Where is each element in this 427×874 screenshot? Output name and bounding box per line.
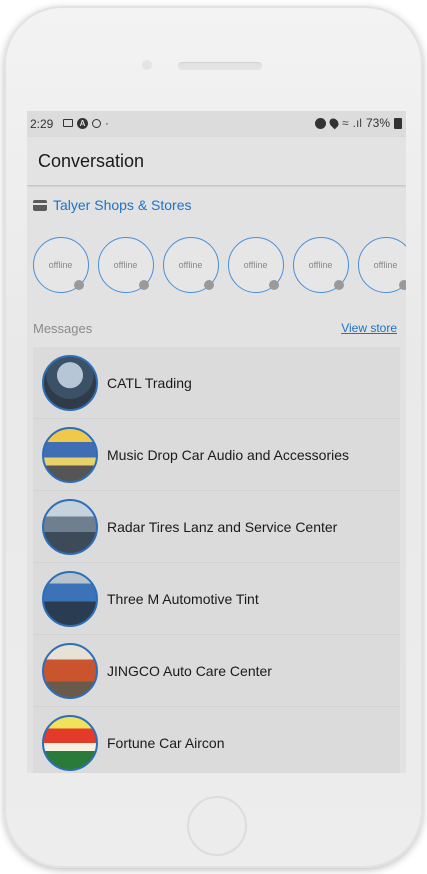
- battery-icon: [394, 117, 402, 129]
- shop-name: Three M Automotive Tint: [107, 591, 259, 607]
- avatar-status: offline: [113, 260, 138, 270]
- online-users-row: offline offline offline offline offline …: [33, 237, 406, 297]
- presence-dot: [74, 280, 84, 290]
- presence-dot: [399, 280, 406, 290]
- avatar-status: offline: [48, 260, 73, 270]
- shop-name: JINGCO Auto Care Center: [107, 663, 272, 679]
- user-avatar[interactable]: offline: [33, 237, 89, 293]
- battery-percent: 73%: [365, 116, 390, 130]
- alarm-icon: [315, 117, 327, 129]
- list-item[interactable]: Fortune Car Aircon: [33, 707, 400, 773]
- status-time: 2:29: [30, 117, 54, 131]
- view-store-link[interactable]: View store: [341, 321, 397, 335]
- user-avatar[interactable]: offline: [163, 237, 219, 293]
- speaker-grille: [178, 62, 262, 70]
- dot-icon: ·: [105, 116, 109, 130]
- presence-dot: [269, 280, 279, 290]
- status-bar: 2:29 A · ≈ .ıl 73%: [27, 111, 406, 137]
- shop-avatar: [42, 427, 98, 483]
- home-button[interactable]: [187, 796, 247, 856]
- wifi-icon: ≈: [342, 116, 349, 130]
- messages-label: Messages: [33, 321, 93, 336]
- list-item[interactable]: CATL Trading: [33, 347, 400, 419]
- signal-icon: .ıl: [352, 116, 362, 130]
- list-item[interactable]: Radar Tires Lanz and Service Center: [33, 491, 400, 563]
- image-icon: [63, 119, 73, 127]
- shop-name: Fortune Car Aircon: [107, 735, 225, 751]
- list-item[interactable]: Three M Automotive Tint: [33, 563, 400, 635]
- shop-name: CATL Trading: [107, 375, 192, 391]
- ring-icon: [92, 118, 101, 128]
- user-avatar[interactable]: offline: [293, 237, 349, 293]
- avatar-status: offline: [243, 260, 268, 270]
- shop-name: Radar Tires Lanz and Service Center: [107, 519, 338, 535]
- shop-avatar: [42, 499, 98, 555]
- message-list: CATL Trading Music Drop Car Audio and Ac…: [33, 347, 400, 773]
- list-item[interactable]: JINGCO Auto Care Center: [33, 635, 400, 707]
- avatar-status: offline: [308, 260, 333, 270]
- user-avatar[interactable]: offline: [358, 237, 406, 293]
- app-bar: Conversation: [27, 137, 406, 185]
- avatar-status: offline: [178, 260, 203, 270]
- shop-avatar: [42, 355, 98, 411]
- status-left-icons: A ·: [63, 116, 109, 130]
- presence-dot: [139, 280, 149, 290]
- status-right-icons: ≈ .ıl 73%: [315, 116, 402, 130]
- shop-avatar: [42, 571, 98, 627]
- a-badge-icon: A: [77, 117, 88, 129]
- phone-screen: 2:29 A · ≈ .ıl 73% Conversation Talyer S…: [27, 111, 406, 773]
- store-icon: [33, 199, 47, 211]
- page-title: Conversation: [38, 151, 145, 171]
- user-avatar[interactable]: offline: [228, 237, 284, 293]
- user-avatar[interactable]: offline: [98, 237, 154, 293]
- shop-header[interactable]: Talyer Shops & Stores: [33, 197, 192, 213]
- camera-icon: [142, 60, 152, 70]
- shop-title[interactable]: Talyer Shops & Stores: [53, 197, 192, 213]
- location-icon: [327, 116, 341, 130]
- shop-avatar: [42, 643, 98, 699]
- avatar-status: offline: [373, 260, 398, 270]
- shop-avatar: [42, 715, 98, 771]
- shop-name: Music Drop Car Audio and Accessories: [107, 447, 349, 463]
- presence-dot: [204, 280, 214, 290]
- presence-dot: [334, 280, 344, 290]
- list-item[interactable]: Music Drop Car Audio and Accessories: [33, 419, 400, 491]
